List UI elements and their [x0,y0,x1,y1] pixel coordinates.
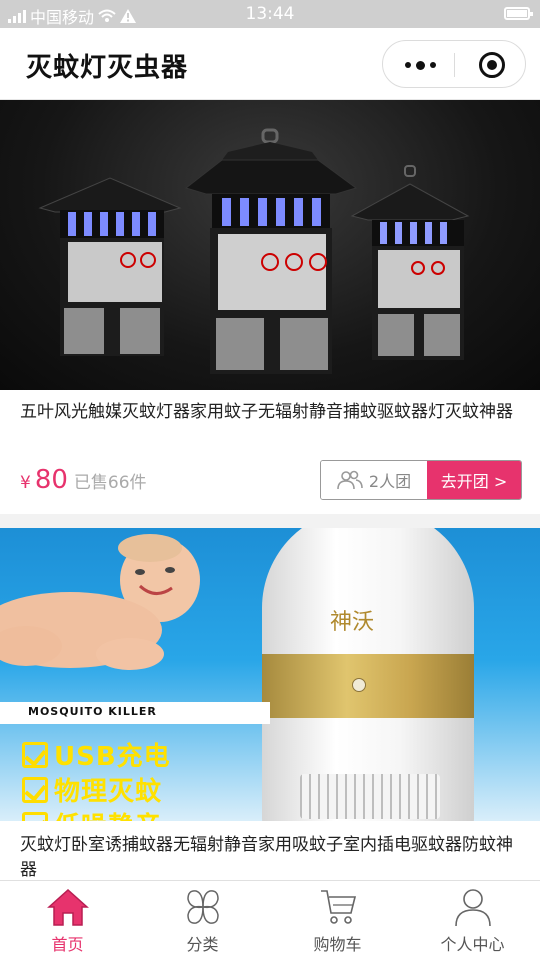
banner-text: MOSQUITO KILLER [28,705,157,718]
group-size-label: 2人团 [368,472,412,491]
tab-bar: 首页 分类 购物车 个人中心 [0,880,540,960]
product-list[interactable]: 五叶风光触媒灭蚊灯器家用蚊子无辐射静音捕蚊驱蚊器灯灭蚊神器 ¥ 80 已售66件… [0,100,540,880]
status-bar: 中国移动 13:44 [0,0,540,28]
feature-item: USB充电 [22,736,171,773]
tab-label: 分类 [186,935,219,954]
group-buy-button[interactable]: 2人团 去开团 > [320,460,522,500]
product-image[interactable]: 神沃 MOSQUITO KILLER USB充电 物理灭蚊 低噪静音 [0,528,540,821]
price-value: 80 [34,465,68,495]
cart-icon [320,890,356,924]
check-icon [22,741,48,768]
feature-item: 低噪静音 [22,806,162,821]
more-icon[interactable] [403,55,437,75]
device-gold-band [262,654,474,718]
check-icon [22,811,48,821]
baby-illustration [0,534,200,670]
sold-count: 已售66件 [73,473,147,493]
tab-cart[interactable]: 购物车 [270,881,405,960]
device-button [352,678,366,692]
status-time: 13:44 [245,4,295,24]
product-card[interactable]: 神沃 MOSQUITO KILLER USB充电 物理灭蚊 低噪静音 灭蚊灯卧室… [0,528,540,880]
tab-label: 购物车 [313,935,362,954]
product-card[interactable]: 五叶风光触媒灭蚊灯器家用蚊子无辐射静音捕蚊驱蚊器灯灭蚊神器 ¥ 80 已售66件… [0,100,540,514]
tab-label: 个人中心 [440,935,505,954]
miniprogram-capsule [382,40,526,88]
home-icon [46,888,89,926]
device-grill [300,774,440,819]
product-image[interactable] [0,100,540,390]
brand-calligraphy: 神沃 [330,610,375,635]
currency-symbol: ¥ [20,473,31,493]
tab-label: 首页 [51,935,84,954]
feature-item: 物理灭蚊 [22,771,162,808]
group-users-icon [337,470,363,490]
capsule-divider [454,53,455,77]
tab-profile[interactable]: 个人中心 [405,881,540,960]
category-icon [186,890,219,924]
nav-bar: 灭蚊灯灭虫器 [0,28,540,100]
close-miniprogram-icon[interactable] [479,52,505,78]
group-size-badge[interactable]: 2人团 [321,461,427,499]
check-icon [22,776,48,803]
product-title[interactable]: 灭蚊灯卧室诱捕蚊器无辐射静音家用吸蚊子室内插电驱蚊器防蚊神器 [20,833,520,880]
tab-home[interactable]: 首页 [0,881,135,960]
battery-icon [504,7,533,20]
page-title: 灭蚊灯灭虫器 [26,53,189,83]
price-row: ¥ 80 已售66件 [20,465,147,495]
product-title[interactable]: 五叶风光触媒灭蚊灯器家用蚊子无辐射静音捕蚊驱蚊器灯灭蚊神器 [20,400,520,425]
start-group-button[interactable]: 去开团 > [427,461,521,499]
mosquito-lamp-illustration [38,128,470,374]
user-icon [454,889,491,927]
tab-category[interactable]: 分类 [135,881,270,960]
